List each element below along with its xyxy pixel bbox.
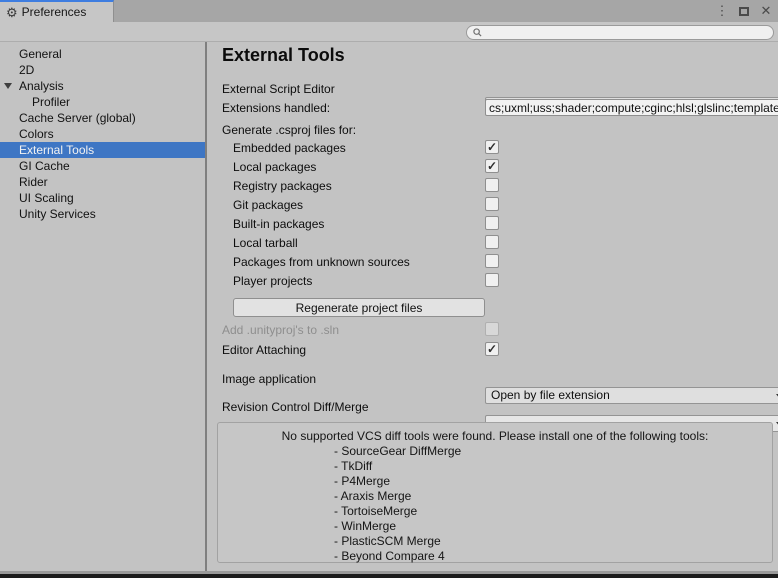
row-git-packages: Git packages [233,197,303,214]
search-box[interactable] [466,25,774,40]
player-projects-label: Player projects [233,274,312,288]
tab-bar: ⚙ Preferences ⋮ ✕ [0,0,778,22]
git-packages-checkbox[interactable] [485,197,499,211]
sidebar-item-colors[interactable]: Colors [0,126,205,142]
row-script-editor: External Script Editor Rider 2019.3.4 [222,81,527,98]
player-projects-checkbox[interactable] [485,273,499,287]
row-registry-packages: Registry packages [233,178,332,195]
revision-control-label: Revision Control Diff/Merge [222,400,369,414]
vcs-tool-item: - TortoiseMerge [334,504,772,519]
sidebar: General 2D Analysis Profiler Cache Serve… [0,42,205,571]
local-packages-label: Local packages [233,160,316,174]
vcs-tool-item: - Araxis Merge [334,489,772,504]
embedded-packages-label: Embedded packages [233,141,346,155]
sidebar-item-external-tools[interactable]: External Tools [0,142,205,158]
local-packages-checkbox[interactable] [485,159,499,173]
menu-icon[interactable]: ⋮ [714,3,730,19]
vcs-tool-item: - Beyond Compare 4 [334,549,772,564]
main-panel: External Tools External Script Editor Ri… [207,42,778,571]
row-extensions: Extensions handled: [222,100,330,117]
editor-attaching-label: Editor Attaching [222,343,306,357]
search-icon [473,28,482,37]
row-built-in-packages: Built-in packages [233,216,324,233]
close-icon[interactable]: ✕ [758,3,774,19]
unityproj-checkbox [485,322,499,336]
row-editor-attaching: Editor Attaching [222,342,306,359]
row-player-projects: Player projects [233,273,312,290]
row-local-tarball: Local tarball [233,235,298,252]
toolbar [0,22,778,42]
row-unknown-sources: Packages from unknown sources [233,254,410,271]
tab-title: Preferences [22,5,87,19]
row-generate-header: Generate .csproj files for: [222,122,356,139]
local-tarball-checkbox[interactable] [485,235,499,249]
registry-packages-label: Registry packages [233,179,332,193]
sidebar-item-label: Analysis [19,79,64,93]
row-embedded-packages: Embedded packages [233,140,346,157]
row-unityproj: Add .unityproj's to .sln [222,322,339,339]
vcs-helpbox-message: No supported VCS diff tools were found. … [218,429,772,444]
extensions-field-wrap [485,99,778,117]
sidebar-item-2d[interactable]: 2D [0,62,205,78]
image-application-label: Image application [222,372,316,386]
sidebar-item-ui-scaling[interactable]: UI Scaling [0,190,205,206]
row-local-packages: Local packages [233,159,316,176]
regenerate-project-files-button[interactable]: Regenerate project files [233,298,485,317]
sidebar-item-general[interactable]: General [0,46,205,62]
git-packages-label: Git packages [233,198,303,212]
image-application-dropdown[interactable]: Open by file extension [485,387,778,404]
vcs-tool-item: - WinMerge [334,519,772,534]
unknown-sources-checkbox[interactable] [485,254,499,268]
sidebar-item-gi-cache[interactable]: GI Cache [0,158,205,174]
sidebar-item-cache-server[interactable]: Cache Server (global) [0,110,205,126]
foldout-arrow-icon[interactable] [4,83,12,89]
unityproj-label: Add .unityproj's to .sln [222,323,339,337]
tab-preferences[interactable]: ⚙ Preferences [0,0,114,22]
sidebar-item-profiler[interactable]: Profiler [0,94,205,110]
preferences-window: ⚙ Preferences ⋮ ✕ General 2D Analysis Pr… [0,0,778,578]
local-tarball-label: Local tarball [233,236,298,250]
row-image-application: Image application Open by file extension [222,371,527,388]
row-revision-control: Revision Control Diff/Merge [222,399,527,416]
vcs-tool-item: - SourceGear DiffMerge [334,444,772,459]
sidebar-item-rider[interactable]: Rider [0,174,205,190]
search-input[interactable] [486,27,767,39]
generate-header-label: Generate .csproj files for: [222,123,356,137]
sidebar-item-unity-services[interactable]: Unity Services [0,206,205,222]
registry-packages-checkbox[interactable] [485,178,499,192]
window-bottom-bar [0,574,778,578]
built-in-packages-label: Built-in packages [233,217,324,231]
sidebar-item-analysis[interactable]: Analysis [0,78,205,94]
embedded-packages-checkbox[interactable] [485,140,499,154]
maximize-icon[interactable] [736,3,752,19]
gear-icon: ⚙ [6,6,18,19]
built-in-packages-checkbox[interactable] [485,216,499,230]
extensions-label: Extensions handled: [222,101,330,115]
unknown-sources-label: Packages from unknown sources [233,255,410,269]
vcs-tool-item: - TkDiff [334,459,772,474]
script-editor-label: External Script Editor [222,82,335,96]
vcs-tool-item: - P4Merge [334,474,772,489]
extensions-input[interactable] [485,99,778,116]
vcs-tool-item: - PlasticSCM Merge [334,534,772,549]
page-title: External Tools [222,45,345,66]
maximize-glyph [739,7,749,16]
vcs-helpbox: No supported VCS diff tools were found. … [217,422,773,563]
window-controls: ⋮ ✕ [714,0,774,22]
editor-attaching-checkbox[interactable] [485,342,499,356]
